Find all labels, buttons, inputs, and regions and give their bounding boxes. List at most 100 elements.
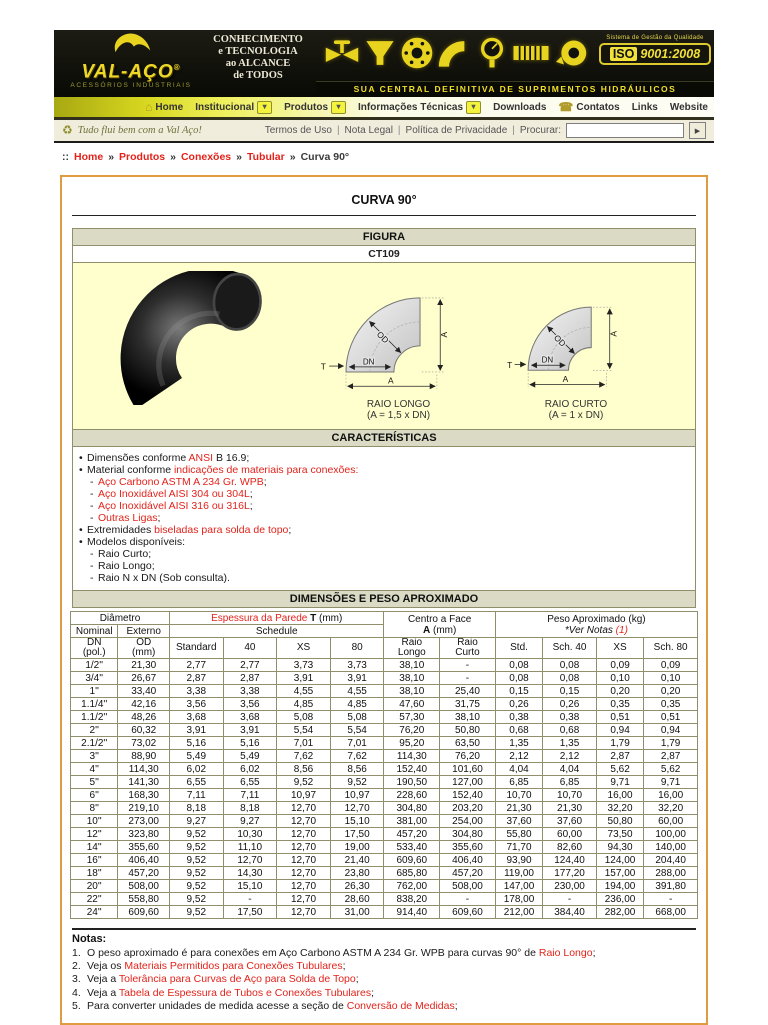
text-segment: ;: [158, 512, 161, 524]
text-segment: ;: [288, 524, 291, 536]
table-cell: 12,70: [330, 802, 384, 815]
table-cell: 12,70: [277, 854, 331, 867]
table-cell: 88,90: [118, 750, 170, 763]
table-cell: 2,12: [495, 750, 542, 763]
chevron-down-icon[interactable]: ▾: [331, 101, 346, 114]
text-segment: Dimensões conforme: [87, 452, 189, 464]
nav-item-institucional[interactable]: Institucional▾: [195, 101, 272, 114]
inline-link[interactable]: Tabela de Espessura de Tubos e Conexões …: [119, 987, 371, 999]
table-cell: 7,62: [277, 750, 331, 763]
dn-label: DN: [362, 357, 374, 366]
table-row: 22''558,809,52-12,7028,60838,20-178,00-2…: [71, 893, 698, 906]
table-cell: 0,38: [495, 711, 542, 724]
table-cell: 93,90: [495, 854, 542, 867]
iso-caption: Sistema de Gestão da Qualidade: [599, 35, 711, 41]
table-cell: 140,00: [644, 841, 698, 854]
col-header-row: DN(pol.)OD(mm)Standard40XS80RaioLongoRai…: [71, 638, 698, 659]
table-cell: 12,70: [223, 854, 277, 867]
table-cell: 21,30: [495, 802, 542, 815]
table-cell: 2,87: [596, 750, 643, 763]
inline-link[interactable]: Tolerância para Curvas de Aço para Solda…: [119, 973, 356, 985]
table-cell: 203,20: [440, 802, 496, 815]
utility-link[interactable]: Política de Privacidade: [406, 125, 508, 136]
table-body: 1/2''21,302,772,773,733,7338,10-0,080,08…: [71, 659, 698, 919]
brand-logo[interactable]: VAL-AÇO® ACESSÓRIOS INDUSTRIAIS: [62, 32, 200, 89]
table-cell: 3,73: [330, 659, 384, 672]
table-cell: 273,00: [118, 815, 170, 828]
search-go-button[interactable]: ▶: [689, 122, 706, 139]
table-cell: 4,04: [495, 763, 542, 776]
breadcrumb-link[interactable]: Conexões: [181, 151, 231, 163]
chevron-down-icon[interactable]: ▾: [257, 101, 272, 114]
note-line: 3.Veja a Tolerância para Curvas de Aço p…: [70, 973, 698, 986]
page-frame: VAL-AÇO® ACESSÓRIOS INDUSTRIAIS CONHECIM…: [54, 0, 714, 1025]
header-banner: VAL-AÇO® ACESSÓRIOS INDUSTRIAIS CONHECIM…: [54, 30, 714, 97]
characteristic-line: -Raio Longo;: [79, 560, 689, 572]
slogan-line: de TODOS: [202, 70, 314, 82]
table-cell: 1,79: [596, 737, 643, 750]
breadcrumb-link[interactable]: Home: [74, 151, 103, 163]
inline-link[interactable]: Aço Inoxidável AISI 304 ou 304L: [98, 488, 250, 500]
inline-link[interactable]: Aço Inoxidável AISI 316 ou 316L: [98, 500, 250, 512]
table-row: 8''219,108,188,1812,7012,70304,80203,202…: [71, 802, 698, 815]
text-segment: ;: [593, 947, 596, 959]
table-cell: 168,30: [118, 789, 170, 802]
table-row: 4''114,306,026,028,568,56152,40101,604,0…: [71, 763, 698, 776]
text-segment: ;: [343, 960, 346, 972]
table-cell: 0,94: [644, 724, 698, 737]
table-cell: 2,12: [543, 750, 597, 763]
inline-link[interactable]: Raio Longo: [539, 947, 593, 959]
table-cell: 5,16: [169, 737, 223, 750]
inline-link[interactable]: ANSI: [189, 452, 214, 464]
notes-title: Notas:: [72, 933, 698, 945]
phone-icon: ☎: [558, 102, 573, 112]
iso-badge: Sistema de Gestão da Qualidade ISO9001:2…: [599, 35, 711, 65]
inline-link[interactable]: Outras Ligas: [98, 512, 158, 524]
table-cell: 18'': [71, 867, 118, 880]
table-cell: 457,20: [118, 867, 170, 880]
table-cell: 82,60: [543, 841, 597, 854]
diametro-header: Diâmetro: [71, 612, 170, 625]
table-cell: 26,30: [330, 880, 384, 893]
inline-link[interactable]: indicações de materiais para conexões:: [174, 464, 358, 476]
inline-link[interactable]: Aço Carbono ASTM A 234 Gr. WPB: [98, 476, 264, 488]
table-cell: 16'': [71, 854, 118, 867]
nav-item-informa-es-t-cnicas[interactable]: Informações Técnicas▾: [358, 101, 481, 114]
notes-list: 1.O peso aproximado é para conexões em A…: [70, 947, 698, 1013]
nav-item-produtos[interactable]: Produtos▾: [284, 101, 346, 114]
table-cell: 282,00: [596, 906, 643, 919]
table-cell: 3'': [71, 750, 118, 763]
table-cell: 609,60: [440, 906, 496, 919]
strainer-icon: [363, 37, 397, 74]
inline-link[interactable]: Materiais Permitidos para Conexões Tubul…: [124, 960, 342, 972]
iso-label: ISO9001:2008: [599, 43, 711, 65]
inline-link[interactable]: Conversão de Medidas: [347, 1000, 455, 1012]
text-segment: B 16.9;: [213, 452, 249, 464]
table-cell: -: [644, 893, 698, 906]
nav-item-home[interactable]: ⌂Home: [145, 102, 183, 113]
flange-icon: [399, 35, 435, 76]
table-cell: 8,56: [330, 763, 384, 776]
nav-item-links[interactable]: Links: [632, 102, 658, 113]
breadcrumb-link[interactable]: Produtos: [119, 151, 165, 163]
inline-link[interactable]: biseladas para solda de topo: [154, 524, 288, 536]
utility-link[interactable]: Nota Legal: [345, 125, 393, 136]
table-cell: 3,91: [330, 672, 384, 685]
table-cell: 5,49: [169, 750, 223, 763]
column-header: Standard: [169, 638, 223, 659]
search-input[interactable]: [566, 123, 684, 138]
chevron-down-icon[interactable]: ▾: [466, 101, 481, 114]
table-cell: 12'': [71, 828, 118, 841]
table-cell: 5,62: [644, 763, 698, 776]
espessura-header: Espessura da Parede T (mm): [169, 612, 383, 625]
table-cell: 9,52: [169, 828, 223, 841]
nav-item-website[interactable]: Website: [670, 102, 708, 113]
table-cell: 17,50: [223, 906, 277, 919]
table-cell: 37,60: [543, 815, 597, 828]
utility-link[interactable]: Termos de Uso: [265, 125, 332, 136]
breadcrumb-link[interactable]: Tubular: [247, 151, 285, 163]
table-cell: 42,16: [118, 698, 170, 711]
nav-item-downloads[interactable]: Downloads: [493, 102, 546, 113]
table-cell: 0,94: [596, 724, 643, 737]
nav-item-contatos[interactable]: ☎Contatos: [558, 102, 619, 113]
